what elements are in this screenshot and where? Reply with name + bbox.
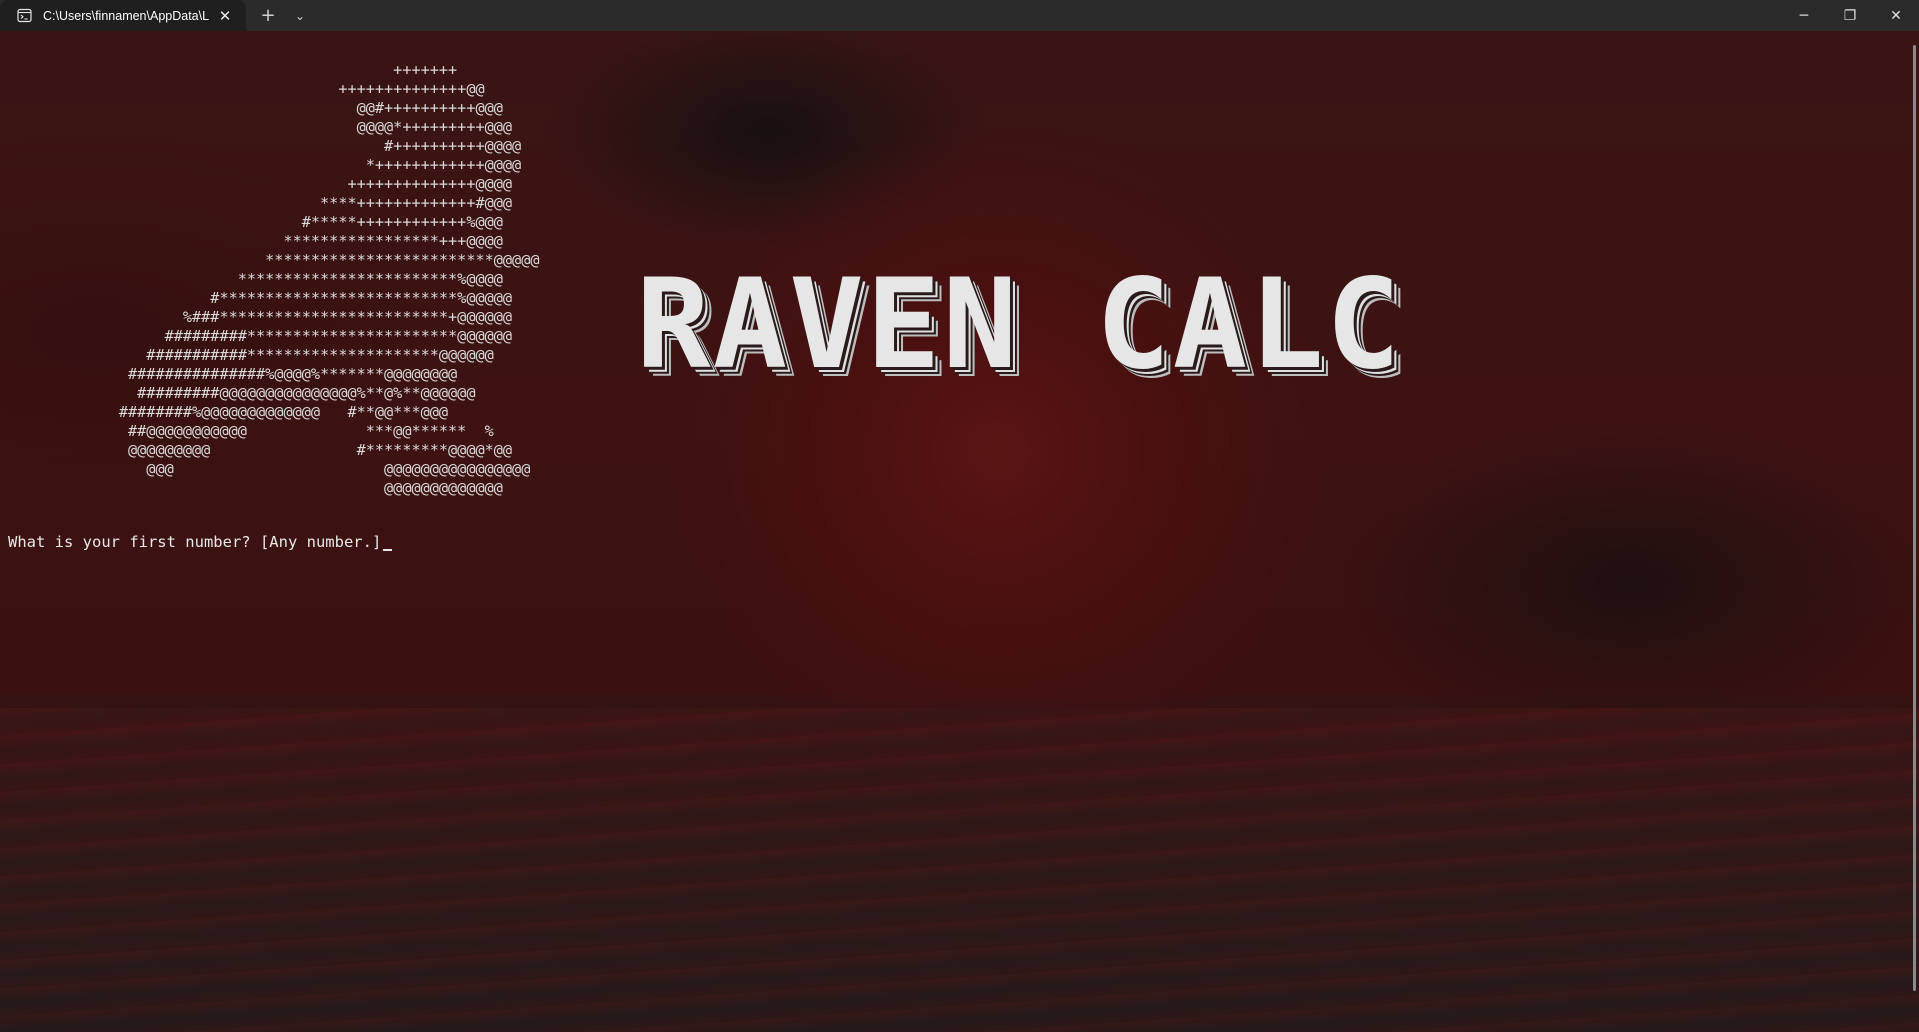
terminal-tab[interactable]: C:\Users\finnamen\AppData\L ✕ bbox=[0, 0, 246, 31]
input-prompt: What is your first number? [Any number.] bbox=[8, 533, 393, 551]
raven-ascii-art: +++++++ ++++++++++++++@@ @@#++++++++++@@… bbox=[118, 61, 540, 497]
scrollbar[interactable] bbox=[1913, 45, 1916, 991]
title-bar: C:\Users\finnamen\AppData\L ✕ + ⌄ ─ ❐ ✕ bbox=[0, 0, 1919, 31]
minimize-button[interactable]: ─ bbox=[1781, 0, 1827, 31]
tab-title: C:\Users\finnamen\AppData\L bbox=[43, 8, 210, 23]
app-banner: RAVEN CALC bbox=[636, 253, 1403, 397]
terminal-output[interactable]: +++++++ ++++++++++++++@@ @@#++++++++++@@… bbox=[0, 31, 1919, 1032]
restore-button[interactable]: ❐ bbox=[1827, 0, 1873, 31]
prompt-text: What is your first number? [Any number.] bbox=[8, 533, 382, 551]
terminal-icon bbox=[17, 8, 32, 23]
new-tab-button[interactable]: + bbox=[252, 0, 284, 31]
drag-region[interactable] bbox=[316, 0, 1781, 31]
close-window-button[interactable]: ✕ bbox=[1873, 0, 1919, 31]
text-cursor bbox=[383, 549, 393, 551]
background-sea bbox=[0, 708, 1919, 1032]
chevron-down-icon[interactable]: ⌄ bbox=[284, 0, 316, 31]
close-tab-icon[interactable]: ✕ bbox=[214, 5, 236, 27]
